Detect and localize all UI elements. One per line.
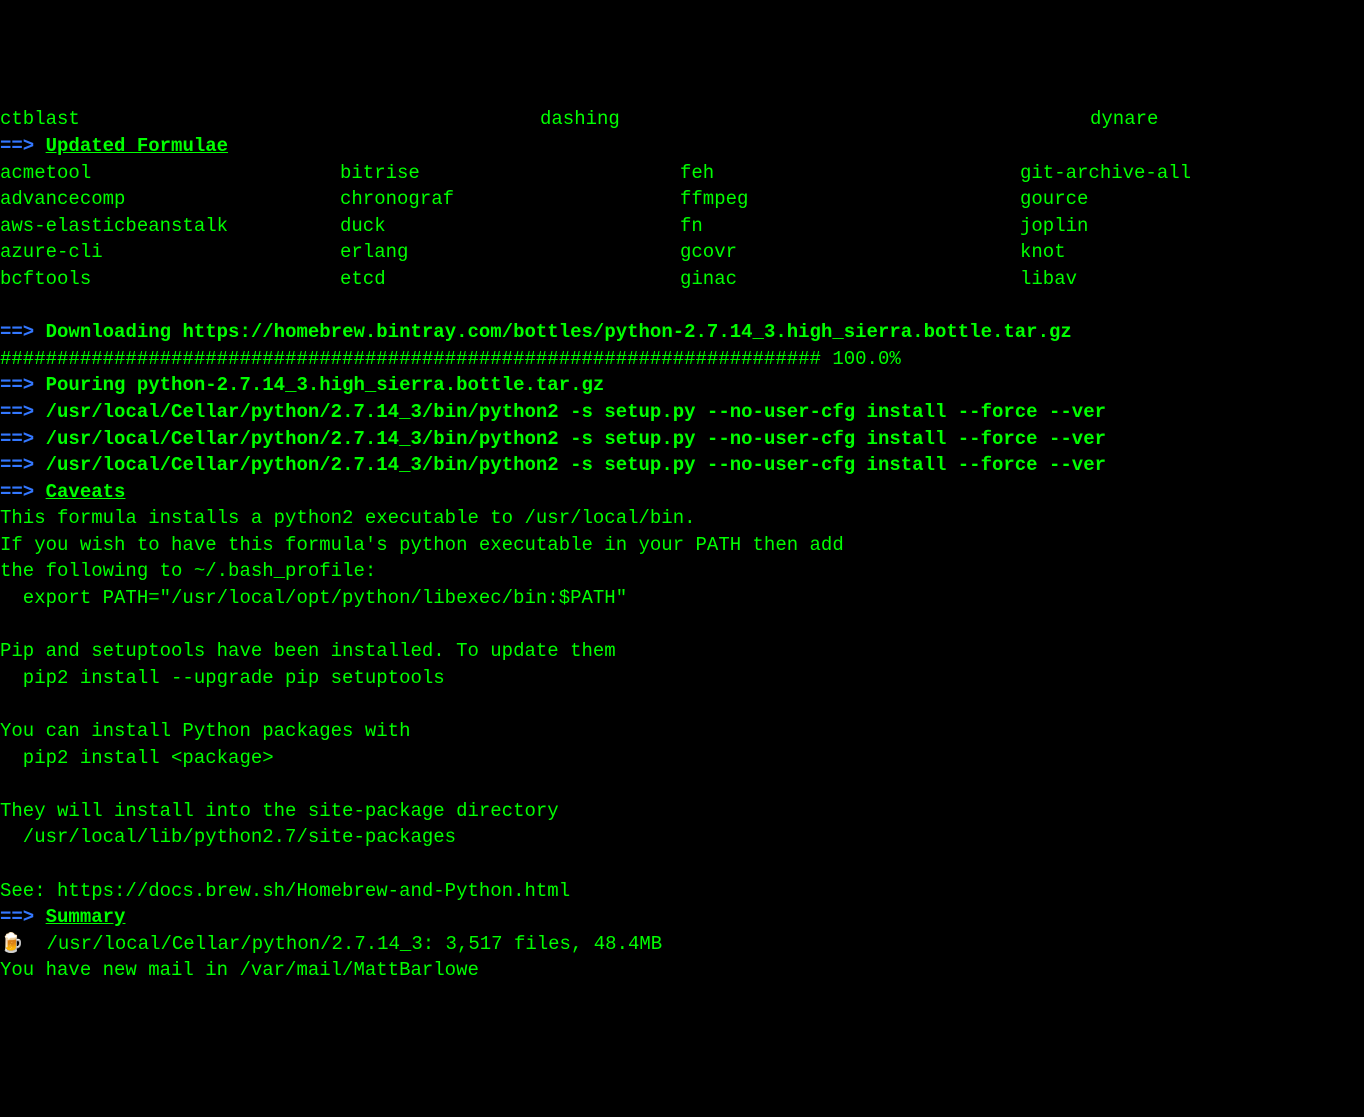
formula-item: knot xyxy=(1020,239,1364,266)
summary-line: 🍺 /usr/local/Cellar/python/2.7.14_3: 3,5… xyxy=(0,931,1364,958)
caveats-text: See: https://docs.brew.sh/Homebrew-and-P… xyxy=(0,878,1364,905)
caveats-text xyxy=(0,612,1364,639)
formula-item: duck xyxy=(340,213,680,240)
updated-formulae-header: ==> Updated Formulae xyxy=(0,133,1364,160)
formula-item: ginac xyxy=(680,266,1020,293)
progress-bar: ########################################… xyxy=(0,346,1364,373)
formula-item: gource xyxy=(1020,186,1364,213)
formula-item: etcd xyxy=(340,266,680,293)
formula-item: fn xyxy=(680,213,1020,240)
caveats-text: pip2 install --upgrade pip setuptools xyxy=(0,665,1364,692)
setup-cmd-line: ==> /usr/local/Cellar/python/2.7.14_3/bi… xyxy=(0,426,1364,453)
caveats-text xyxy=(0,691,1364,718)
beer-icon: 🍺 xyxy=(0,933,24,955)
caveats-text: pip2 install <package> xyxy=(0,745,1364,772)
formula-item: erlang xyxy=(340,239,680,266)
caveats-text: This formula installs a python2 executab… xyxy=(0,505,1364,532)
formula-item: acmetool xyxy=(0,160,340,187)
caveats-text: /usr/local/lib/python2.7/site-packages xyxy=(0,824,1364,851)
partial-row: ctblastdashingdynare xyxy=(0,106,1364,133)
pouring-line: ==> Pouring python-2.7.14_3.high_sierra.… xyxy=(0,372,1364,399)
formula-item: gcovr xyxy=(680,239,1020,266)
formula-item: git-archive-all xyxy=(1020,160,1364,187)
caveats-text: export PATH="/usr/local/opt/python/libex… xyxy=(0,585,1364,612)
formula-item: libav xyxy=(1020,266,1364,293)
caveats-text xyxy=(0,771,1364,798)
formula-item: joplin xyxy=(1020,213,1364,240)
formula-item: aws-elasticbeanstalk xyxy=(0,213,340,240)
setup-cmd-line: ==> /usr/local/Cellar/python/2.7.14_3/bi… xyxy=(0,399,1364,426)
downloading-line: ==> Downloading https://homebrew.bintray… xyxy=(0,319,1364,346)
caveats-text xyxy=(0,851,1364,878)
formula-item: ffmpeg xyxy=(680,186,1020,213)
formula-item: advancecomp xyxy=(0,186,340,213)
terminal-output: ctblastdashingdynare==> Updated Formulae… xyxy=(0,106,1364,984)
summary-header: ==> Summary xyxy=(0,904,1364,931)
formulae-list: acmetooladvancecompaws-elasticbeanstalka… xyxy=(0,160,1364,293)
formula-item: chronograf xyxy=(340,186,680,213)
caveats-text: They will install into the site-package … xyxy=(0,798,1364,825)
caveats-text: Pip and setuptools have been installed. … xyxy=(0,638,1364,665)
mail-notice: You have new mail in /var/mail/MattBarlo… xyxy=(0,957,1364,984)
caveats-text: If you wish to have this formula's pytho… xyxy=(0,532,1364,559)
formula-item: bitrise xyxy=(340,160,680,187)
caveats-header: ==> Caveats xyxy=(0,479,1364,506)
caveats-text: the following to ~/.bash_profile: xyxy=(0,558,1364,585)
caveats-text: You can install Python packages with xyxy=(0,718,1364,745)
formula-item: bcftools xyxy=(0,266,340,293)
formula-item: feh xyxy=(680,160,1020,187)
setup-cmd-line: ==> /usr/local/Cellar/python/2.7.14_3/bi… xyxy=(0,452,1364,479)
formula-item: azure-cli xyxy=(0,239,340,266)
